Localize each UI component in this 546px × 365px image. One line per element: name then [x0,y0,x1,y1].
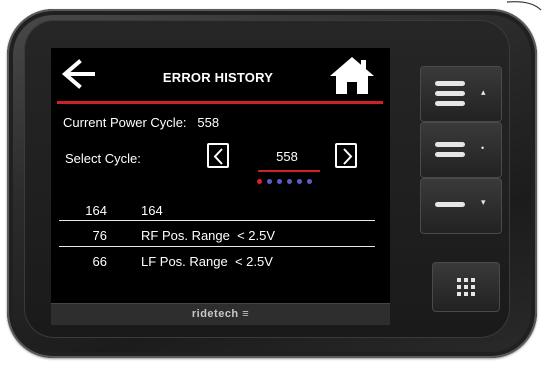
cycle-page-indicator [257,179,312,185]
up-caret-icon: ▴ [481,87,486,97]
chevron-right-icon [343,148,353,165]
home-icon[interactable] [327,54,377,96]
page-dot [287,179,292,184]
page-dot [277,179,282,184]
power-cycle-label: Current Power Cycle: [63,115,187,130]
page-dot [257,179,262,184]
power-cycle-line: Current Power Cycle: 558 [63,115,219,130]
brand-logo: ridetech ≡ [191,308,250,320]
screen-footer: ridetech ≡ [51,303,390,325]
row-divider [59,246,375,247]
page-dot [267,179,272,184]
cycle-underline [258,170,320,172]
select-button[interactable]: • [420,122,502,178]
error-row: 76 RF Pos. Range < 2.5V [51,228,390,246]
dot-icon: • [481,143,485,153]
page-dot [307,179,312,184]
bar-icon [435,91,465,96]
power-cycle-value: 558 [197,115,220,130]
page-title: ERROR HISTORY [162,70,274,85]
chevron-left-icon [213,148,223,165]
error-description: RF Pos. Range < 2.5V [141,228,276,243]
selected-cycle-value: 558 [276,149,298,164]
bar-icon [435,81,465,86]
up-button[interactable]: ▴ [420,66,502,122]
page-dot [297,179,302,184]
error-description: 164 [141,203,163,218]
bar-icon [435,101,465,106]
display-screen: ERROR HISTORY Current Power Cycle: 558 S… [51,48,390,325]
down-button[interactable]: ▾ [420,178,502,234]
cable [506,1,542,11]
next-cycle-button[interactable] [335,143,357,168]
error-row: 164 164 [51,203,390,221]
screen-header: ERROR HISTORY [51,48,390,102]
row-divider [59,220,375,221]
menu-grid-button[interactable] [432,262,500,312]
bar-icon [435,152,465,157]
select-cycle-label: Select Cycle: [65,151,141,166]
header-divider [57,101,383,104]
bar-icon [435,142,465,147]
bar-icon [435,202,465,207]
error-code: 164 [85,203,107,218]
error-description: LF Pos. Range < 2.5V [141,254,273,269]
back-arrow-icon[interactable] [59,58,99,90]
error-code: 66 [92,254,107,269]
error-row: 66 LF Pos. Range < 2.5V [51,254,390,272]
previous-cycle-button[interactable] [207,143,229,168]
down-caret-icon: ▾ [481,197,486,207]
error-code: 76 [92,228,107,243]
grid-icon [457,278,475,296]
